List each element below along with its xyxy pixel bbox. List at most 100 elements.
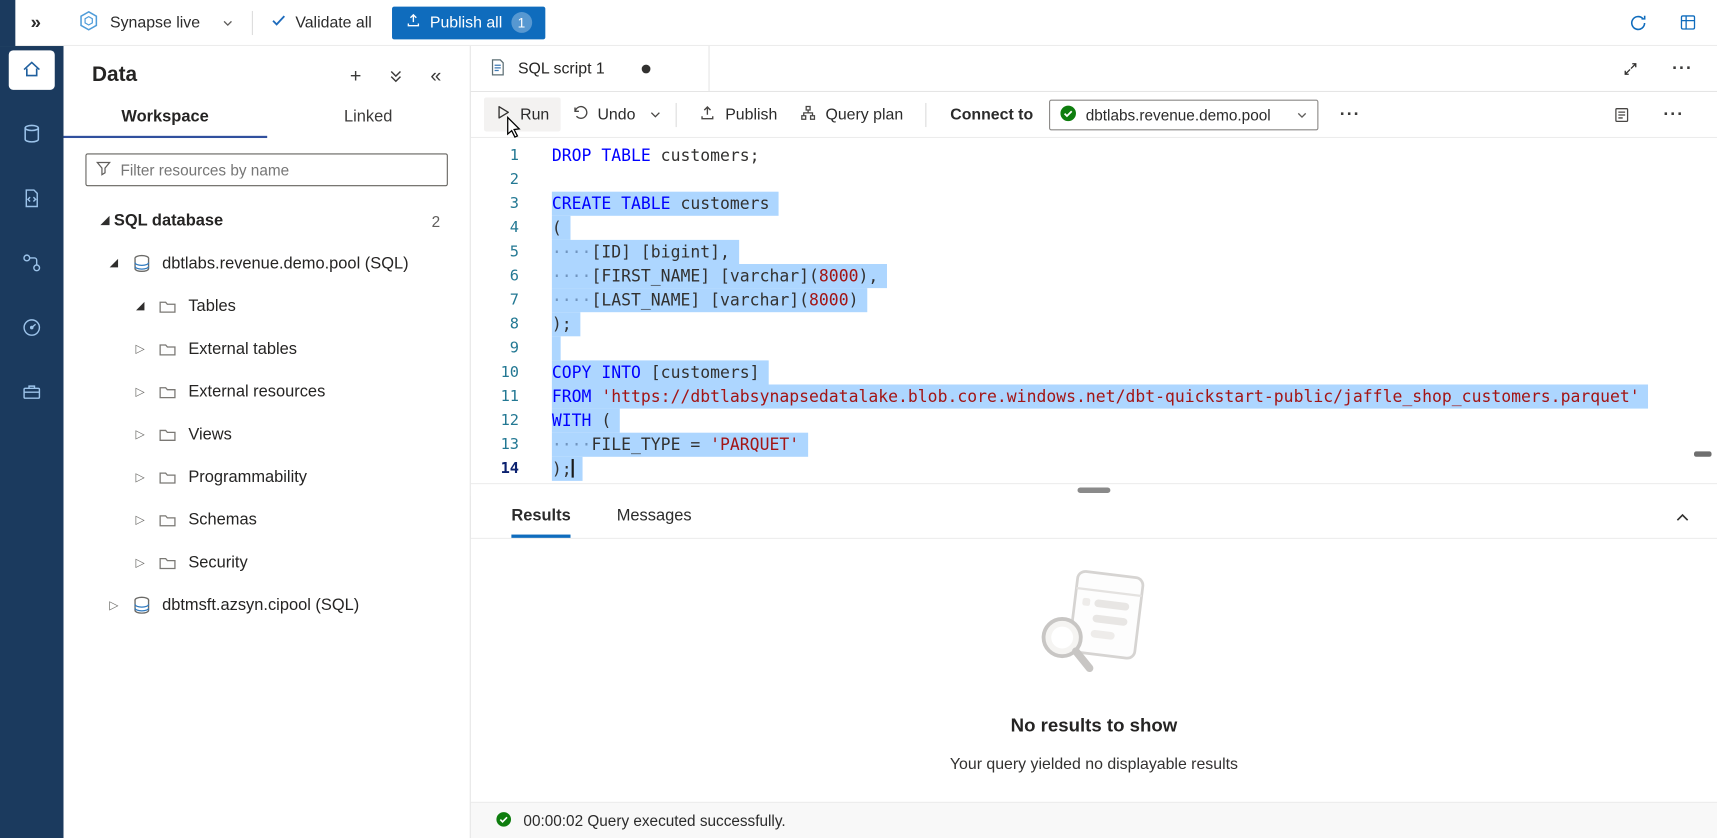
expand-twistie-icon[interactable]: ▷ xyxy=(131,384,149,398)
code-line[interactable]: 1DROP TABLE customers; xyxy=(471,144,1717,168)
filter-input[interactable] xyxy=(120,161,438,179)
expand-twistie-icon[interactable]: ▷ xyxy=(131,555,149,569)
code-line[interactable]: 14); xyxy=(471,457,1717,481)
tree-item-label: dbtmsft.azsyn.cipool (SQL) xyxy=(162,596,359,615)
folder-icon xyxy=(155,296,179,316)
folder-icon xyxy=(155,553,179,573)
tab-more-button[interactable]: ··· xyxy=(1670,58,1695,80)
tree-item-label: Programmability xyxy=(188,468,307,487)
code-line[interactable]: 7····[LAST_NAME] [varchar](8000) xyxy=(471,288,1717,312)
table-grid-button[interactable] xyxy=(1676,11,1699,34)
divider xyxy=(252,10,253,34)
collapse-panel-button[interactable]: « xyxy=(428,64,443,88)
synapse-logo-icon xyxy=(78,10,100,35)
tab-results[interactable]: Results xyxy=(511,496,570,538)
tree-item[interactable]: ◢SQL database2 xyxy=(64,199,470,242)
expand-rail-button[interactable]: » xyxy=(31,12,41,34)
tab-messages[interactable]: Messages xyxy=(617,496,692,538)
tree-item[interactable]: ▷External resources xyxy=(64,370,470,413)
tree-item-label: External tables xyxy=(188,340,297,359)
filter-box[interactable] xyxy=(85,153,447,186)
code-line[interactable]: 3CREATE TABLE customers xyxy=(471,192,1717,216)
line-number: 2 xyxy=(471,168,519,192)
tab-linked[interactable]: Linked xyxy=(267,96,470,138)
folder-icon xyxy=(155,339,179,359)
data-panel-tabs: Workspace Linked xyxy=(64,96,470,138)
expand-twistie-icon[interactable]: ▷ xyxy=(131,513,149,527)
code-line[interactable]: 11FROM 'https://dbtlabsynapsedatalake.bl… xyxy=(471,384,1717,408)
code-line[interactable]: 12WITH ( xyxy=(471,409,1717,433)
collapse-twistie-icon[interactable]: ◢ xyxy=(131,300,149,312)
validate-all-label: Validate all xyxy=(295,14,371,32)
code-line[interactable]: 10COPY INTO [customers] xyxy=(471,360,1717,384)
properties-button[interactable] xyxy=(1611,104,1633,126)
tree-item[interactable]: ▷Schemas xyxy=(64,498,470,541)
pool-icon xyxy=(129,253,153,274)
line-number: 12 xyxy=(471,409,519,433)
tab-sql-script-1[interactable]: SQL script 1 xyxy=(471,46,710,91)
collapse-twistie-icon[interactable]: ◢ xyxy=(96,215,114,227)
line-number: 4 xyxy=(471,216,519,240)
publish-button[interactable]: Publish xyxy=(688,97,788,132)
scrollbar-thumb[interactable] xyxy=(1694,451,1712,456)
expand-twistie-icon[interactable]: ▷ xyxy=(131,427,149,441)
query-plan-label: Query plan xyxy=(825,106,903,124)
splitter-handle-icon[interactable] xyxy=(1078,487,1111,492)
code-line[interactable]: 8); xyxy=(471,312,1717,336)
hub-navigation-rail xyxy=(0,46,64,838)
rail-item-home[interactable] xyxy=(9,50,55,89)
resource-tree: ◢SQL database2◢dbtlabs.revenue.demo.pool… xyxy=(64,191,470,838)
rail-item-data[interactable] xyxy=(9,115,55,154)
publish-all-label: Publish all xyxy=(430,14,502,32)
code-line[interactable]: 6····[FIRST_NAME] [varchar](8000), xyxy=(471,264,1717,288)
data-panel: Data + « Workspace Linked ◢SQ xyxy=(64,46,471,838)
develop-icon xyxy=(21,187,43,212)
code-line[interactable]: 5····[ID] [bigint], xyxy=(471,240,1717,264)
tree-item[interactable]: ▷ Programmability xyxy=(64,456,470,499)
add-resource-button[interactable]: + xyxy=(348,64,364,88)
rail-item-develop[interactable] xyxy=(9,180,55,219)
rail-item-monitor[interactable] xyxy=(9,309,55,348)
tab-workspace[interactable]: Workspace xyxy=(64,96,267,138)
run-button[interactable]: Run xyxy=(484,97,560,131)
expand-twistie-icon[interactable]: ▷ xyxy=(131,342,149,356)
editor-results-splitter[interactable] xyxy=(471,483,1717,496)
sql-code-editor[interactable]: 1DROP TABLE customers;23CREATE TABLE cus… xyxy=(471,138,1717,483)
toolbar-more-button[interactable]: ··· xyxy=(1338,104,1363,126)
line-number: 1 xyxy=(471,144,519,168)
tree-item[interactable]: ▷Security xyxy=(64,541,470,584)
environment-switcher[interactable]: Synapse live xyxy=(78,10,234,35)
expand-twistie-icon[interactable]: ▷ xyxy=(105,598,123,612)
tree-item[interactable]: ◢Tables xyxy=(64,285,470,328)
results-empty-state: No results to show Your query yielded no… xyxy=(471,539,1717,802)
tree-item[interactable]: ◢dbtlabs.revenue.demo.pool (SQL) xyxy=(64,242,470,285)
rail-item-integrate[interactable] xyxy=(9,244,55,283)
pool-select-dropdown[interactable]: dbtlabs.revenue.demo.pool xyxy=(1048,99,1317,130)
query-plan-button[interactable]: Query plan xyxy=(788,97,914,132)
expand-editor-button[interactable] xyxy=(1620,58,1642,80)
actions-chevron-button[interactable] xyxy=(385,65,406,86)
tree-item[interactable]: ▷Views xyxy=(64,413,470,456)
toolbar-right-more-button[interactable]: ··· xyxy=(1661,104,1686,126)
tree-item[interactable]: ▷ dbtmsft.azsyn.cipool (SQL) xyxy=(64,584,470,627)
collapse-twistie-icon[interactable]: ◢ xyxy=(105,257,123,269)
rail-item-manage[interactable] xyxy=(9,374,55,413)
collapse-results-button[interactable] xyxy=(1672,507,1693,528)
code-line[interactable]: 13····FILE_TYPE = 'PARQUET' xyxy=(471,433,1717,457)
undo-button[interactable]: Undo xyxy=(560,97,646,132)
undo-redo-chevron-button[interactable] xyxy=(646,105,665,124)
refresh-button[interactable] xyxy=(1626,10,1650,34)
code-line[interactable]: 9 xyxy=(471,336,1717,360)
script-toolbar: Run Undo Publish xyxy=(471,92,1717,138)
code-line[interactable]: 2 xyxy=(471,168,1717,192)
publish-all-button[interactable]: Publish all 1 xyxy=(392,6,545,39)
validate-all-button[interactable]: Validate all xyxy=(270,12,372,33)
expand-twistie-icon[interactable]: ▷ xyxy=(131,470,149,484)
play-icon xyxy=(495,104,511,125)
line-number: 11 xyxy=(471,384,519,408)
pool-select-value: dbtlabs.revenue.demo.pool xyxy=(1086,106,1271,124)
code-line[interactable]: 4( xyxy=(471,216,1717,240)
chevron-down-icon xyxy=(221,16,234,29)
tree-item[interactable]: ▷ External tables xyxy=(64,328,470,371)
success-check-icon xyxy=(495,810,513,831)
